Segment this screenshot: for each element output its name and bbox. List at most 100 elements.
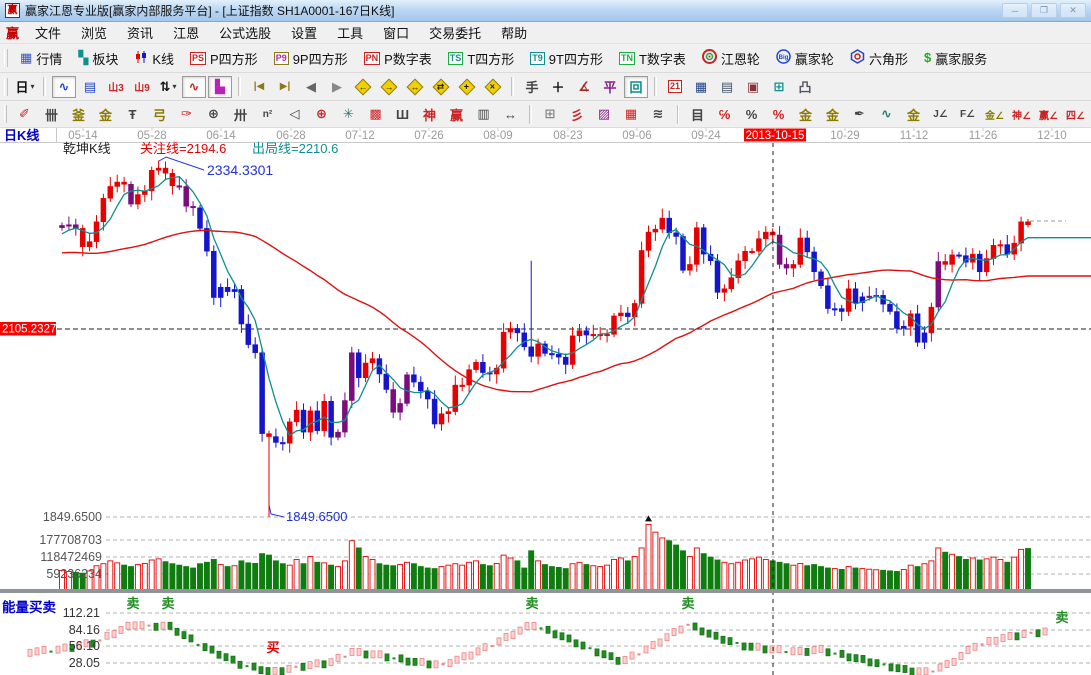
pan-both-button[interactable]: ↔: [403, 76, 427, 98]
quotes-button[interactable]: ▦行情: [12, 47, 70, 70]
freehand-red-tool[interactable]: ∿: [182, 76, 206, 98]
menu-item-5[interactable]: 公式选股: [209, 21, 281, 44]
9t-square-button[interactable]: T99T四方形: [522, 47, 611, 70]
zoom-in-button[interactable]: +: [455, 76, 479, 98]
ying-grid-tool[interactable]: 赢: [444, 104, 469, 125]
gold-comb-tool[interactable]: 金: [901, 104, 926, 125]
gold-line-tool[interactable]: 金: [820, 104, 845, 125]
color-histogram-button[interactable]: ▙: [208, 76, 232, 98]
menu-item-3[interactable]: 资讯: [117, 21, 163, 44]
comb2-tool[interactable]: 卅: [228, 104, 253, 125]
chart9-button[interactable]: 山9: [130, 76, 154, 98]
red-box-grid-tool[interactable]: ▦: [619, 104, 644, 125]
ying-angle-tool[interactable]: 赢∠: [1036, 104, 1061, 125]
t-number-button[interactable]: TNT数字表: [611, 47, 694, 70]
pen-tool[interactable]: ✐: [12, 104, 37, 125]
gold-kettle-tool[interactable]: 釜: [66, 104, 91, 125]
gold-grid-tool[interactable]: 金: [93, 104, 118, 125]
info-note-button[interactable]: ▤: [78, 76, 102, 98]
remote-desktop-button[interactable]: ⊞: [767, 76, 791, 98]
calculator-button[interactable]: ▦: [689, 76, 713, 98]
t-square-button[interactable]: TST四方形: [440, 47, 522, 70]
flag-tool[interactable]: ◁: [282, 104, 307, 125]
gann-comb-tool[interactable]: 卌: [39, 104, 64, 125]
next-button[interactable]: ▶: [325, 76, 349, 98]
menu-item-7[interactable]: 工具: [327, 21, 373, 44]
gann-flat-tool[interactable]: 平: [598, 76, 622, 98]
span-measure-tool[interactable]: ↔: [498, 104, 523, 125]
bow-comb-tool[interactable]: 弓: [147, 104, 172, 125]
chart3-button[interactable]: 山3: [104, 76, 128, 98]
fan-lines-tool[interactable]: ≋: [646, 104, 671, 125]
percent-tool[interactable]: %: [739, 104, 764, 125]
toolbar-drag-handle[interactable]: [4, 78, 8, 96]
maximize-button[interactable]: ❐: [1031, 3, 1057, 18]
ink-brush-tool[interactable]: ✒: [847, 104, 872, 125]
winner-wheel-button[interactable]: Big赢家轮: [768, 47, 842, 70]
angle-measure-tool[interactable]: ∡: [572, 76, 596, 98]
period-day-dropdown[interactable]: 日▾: [13, 76, 37, 98]
spiderweb-tool[interactable]: ✳: [336, 104, 361, 125]
percent-red-tool[interactable]: ℅: [712, 104, 737, 125]
pan-hand-tool[interactable]: 手: [520, 76, 544, 98]
swap-button[interactable]: ⇄: [429, 76, 453, 98]
wave-count-tool[interactable]: Ш: [390, 104, 415, 125]
prev-button[interactable]: ◀: [299, 76, 323, 98]
pan-right-button[interactable]: →: [377, 76, 401, 98]
f-comb-tool[interactable]: Ŧ: [120, 104, 145, 125]
pan-left-button[interactable]: ←: [351, 76, 375, 98]
menu-item-9[interactable]: 交易委托: [419, 21, 491, 44]
kline-button[interactable]: K线: [126, 47, 182, 70]
hexagon-button[interactable]: 六角形: [842, 47, 916, 70]
gann-maze-tool[interactable]: 回: [624, 76, 648, 98]
p-square-button[interactable]: PSP四方形: [182, 47, 266, 70]
gold-circle-tool[interactable]: 金: [793, 104, 818, 125]
menu-item-6[interactable]: 设置: [281, 21, 327, 44]
f-angle-tool[interactable]: F∠: [955, 104, 980, 125]
menu-item-2[interactable]: 浏览: [71, 21, 117, 44]
shen-angle-tool[interactable]: 神∠: [1009, 104, 1034, 125]
crosshair-tool[interactable]: ＋: [546, 76, 570, 98]
clock-cycle-tool[interactable]: ⊕: [201, 104, 226, 125]
si-angle-tool[interactable]: 四∠: [1063, 104, 1088, 125]
column-chart-tool[interactable]: 目: [685, 104, 710, 125]
percent-line-tool[interactable]: %: [766, 104, 791, 125]
ruler-123-tool[interactable]: ▥: [471, 104, 496, 125]
menu-item-1[interactable]: 文件: [25, 21, 71, 44]
web-box-tool[interactable]: ▩: [363, 104, 388, 125]
sectors-button[interactable]: ▚板块: [70, 47, 126, 70]
pen2-tool[interactable]: ✑: [174, 104, 199, 125]
winner-service-button[interactable]: $赢家服务: [916, 47, 995, 70]
wave-box-tool[interactable]: ∿: [874, 104, 899, 125]
gold-angle-tool[interactable]: 金∠: [982, 104, 1007, 125]
volume-bar: [812, 565, 817, 591]
n-square-tool[interactable]: n²: [255, 104, 280, 125]
percent-line-tool-icon: %: [773, 107, 785, 122]
j-angle-tool[interactable]: J∠: [928, 104, 953, 125]
freehand-blue-tool[interactable]: ∿: [52, 76, 76, 98]
gann-wheel-button[interactable]: 江恩轮: [694, 47, 768, 70]
purple-box-fan-tool[interactable]: ▨: [592, 104, 617, 125]
shen-grid-tool[interactable]: 神: [417, 104, 442, 125]
target-cycle-tool[interactable]: ⊕: [309, 104, 334, 125]
p-number-button[interactable]: PNP数字表: [356, 47, 440, 70]
close-button[interactable]: ✕: [1060, 3, 1086, 18]
menu-item-8[interactable]: 窗口: [373, 21, 419, 44]
9p-square-button[interactable]: P99P四方形: [266, 47, 356, 70]
print-button[interactable]: 凸: [793, 76, 817, 98]
last-page-button[interactable]: ▶|: [273, 76, 297, 98]
minimize-button[interactable]: ─: [1002, 3, 1028, 18]
menu-item-4[interactable]: 江恩: [163, 21, 209, 44]
window-grid-tool[interactable]: ⊞: [538, 104, 563, 125]
zoom-out-button[interactable]: ×: [481, 76, 505, 98]
toolbar-drag-handle[interactable]: [4, 49, 8, 67]
candle-style-dropdown[interactable]: ⇅▾: [156, 76, 180, 98]
chart-canvas[interactable]: 卖卖买卖卖卖05-1405-2806-1406-2807-1207-2608-0…: [0, 128, 1091, 675]
save-button[interactable]: ▣: [741, 76, 765, 98]
calendar-21-button[interactable]: 21: [663, 76, 687, 98]
red-fan-tool[interactable]: 彡: [565, 104, 590, 125]
toolbar-drag-handle[interactable]: [4, 105, 7, 123]
first-page-button[interactable]: |◀: [247, 76, 271, 98]
notepad-button[interactable]: ▤: [715, 76, 739, 98]
menu-item-10[interactable]: 帮助: [491, 21, 537, 44]
